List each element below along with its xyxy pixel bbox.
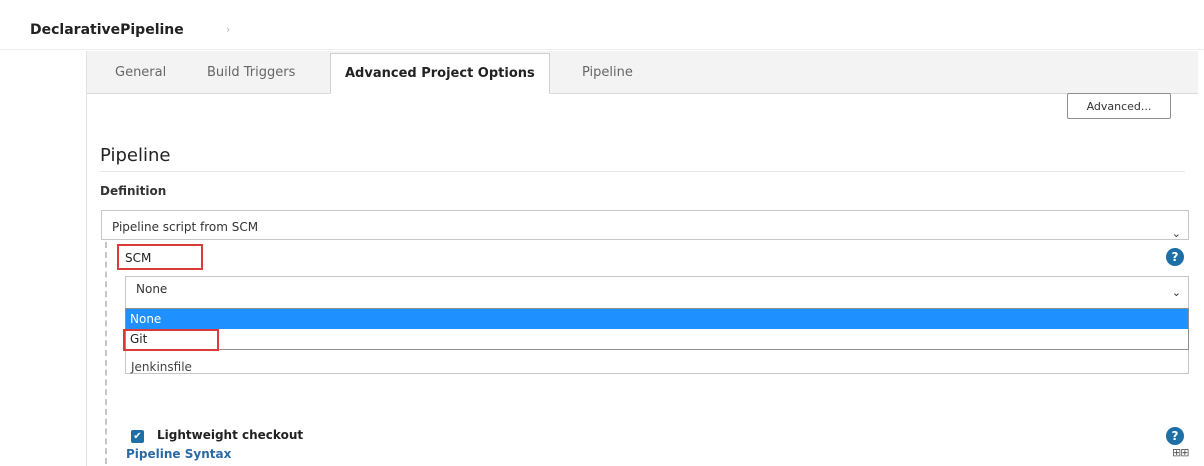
help-icon[interactable]: ? — [1166, 427, 1184, 445]
tab-general[interactable]: General — [101, 51, 180, 94]
scm-option-git[interactable]: Git — [126, 329, 1188, 349]
script-path-value: Jenkinsfile — [131, 360, 192, 374]
breadcrumb-project[interactable]: DeclarativePipeline — [30, 22, 184, 38]
scm-dropdown-list: None Git — [125, 308, 1189, 350]
tab-build-triggers[interactable]: Build Triggers — [193, 51, 309, 94]
scm-label: SCM — [117, 244, 203, 270]
tab-advanced-project-options[interactable]: Advanced Project Options — [330, 53, 550, 94]
scm-select-value: None — [136, 282, 168, 296]
scm-select[interactable]: None ⌄ — [125, 276, 1189, 302]
breadcrumb-chevron-icon[interactable]: › — [226, 23, 230, 36]
lightweight-checkout-label: Lightweight checkout — [157, 428, 304, 442]
advanced-button[interactable]: Advanced... — [1067, 93, 1171, 119]
git-highlight-box — [123, 329, 219, 351]
breadcrumb-bar: DeclarativePipeline › — [0, 0, 1204, 50]
definition-select-value: Pipeline script from SCM — [112, 220, 259, 234]
section-title: Pipeline — [100, 145, 171, 166]
pipeline-syntax-link[interactable]: Pipeline Syntax — [126, 447, 231, 461]
section-divider — [100, 171, 1185, 172]
definition-select[interactable]: Pipeline script from SCM ⌄ — [101, 210, 1189, 240]
scm-option-none[interactable]: None — [126, 309, 1188, 329]
config-tabs: General Build Triggers Advanced Project … — [86, 51, 1198, 94]
help-icon[interactable]: ? — [1166, 248, 1184, 266]
tab-pipeline[interactable]: Pipeline — [568, 51, 647, 94]
definition-label: Definition — [100, 184, 167, 198]
lightweight-checkout-checkbox[interactable]: ✔ — [131, 430, 144, 443]
chevron-down-icon: ⌄ — [1171, 227, 1181, 240]
scm-nested-border — [105, 242, 107, 464]
config-panel: Advanced... Pipeline Definition Pipeline… — [86, 93, 1198, 466]
grid-icon[interactable]: ⊞⊞ — [1172, 446, 1189, 459]
